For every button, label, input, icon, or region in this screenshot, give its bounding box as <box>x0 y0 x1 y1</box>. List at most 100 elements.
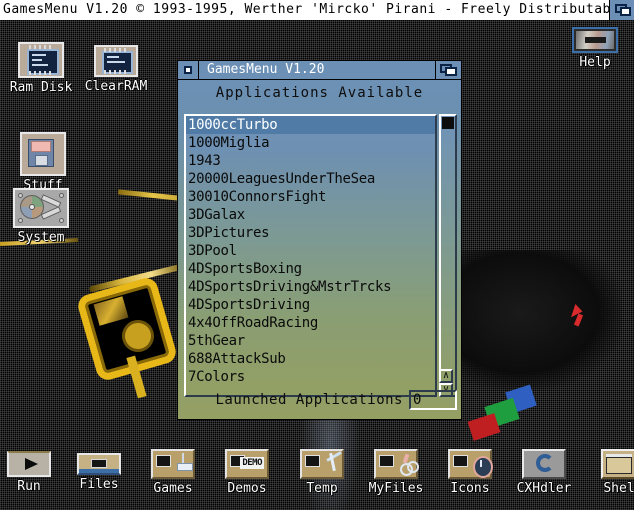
chip-pin <box>109 48 111 52</box>
harddisk-icon <box>13 188 69 228</box>
myfiles-drawer-icon <box>374 449 419 479</box>
desktop-icon-label: Ram Disk <box>9 80 73 95</box>
floppy-shutter-shape <box>35 155 48 166</box>
application-list-item[interactable]: 30010ConnorsFight <box>186 188 435 206</box>
desktop-icon-system[interactable]: System <box>4 188 78 245</box>
drawer-screen-shape <box>91 459 107 468</box>
dock-item-demos[interactable]: DEMO Demos <box>210 449 284 496</box>
application-list-item[interactable]: 4DSportsDriving&MstrTrcks <box>186 278 435 296</box>
chip-body-shape <box>27 49 59 75</box>
chip-pin <box>49 45 51 49</box>
demos-drawer-icon: DEMO <box>225 449 269 479</box>
chip-pin <box>34 71 36 75</box>
amiga-workbench-screen: GamesMenu V1.20 © 1993-1995, Werther 'Mi… <box>0 0 634 510</box>
cycle-wheel-sprite <box>407 461 419 473</box>
launched-applications-footer: Launched Applications 0 <box>184 389 457 411</box>
launched-applications-label: Launched Applications <box>215 392 403 408</box>
screen-depth-gadget-icon[interactable] <box>609 0 634 20</box>
chip-pin <box>114 70 116 74</box>
wallpaper-dark-blob-right <box>452 250 622 390</box>
harddisk-screw <box>59 218 64 223</box>
desktop-icon-label: System <box>17 230 65 245</box>
application-list-item[interactable]: 1000Miglia <box>186 134 435 152</box>
dock-item-myfiles[interactable]: MyFiles <box>359 449 433 496</box>
window-title-bar[interactable]: GamesMenu V1.20 <box>178 61 461 80</box>
depth-gadget-icon[interactable] <box>435 61 461 79</box>
application-list-item[interactable]: 1943 <box>186 152 435 170</box>
chip-mark-2 <box>107 61 125 63</box>
list-scrollbar[interactable] <box>439 114 457 397</box>
floppy-label-shape <box>31 141 51 152</box>
harddisk-screw <box>18 193 23 198</box>
drawer-screen-shape <box>156 455 171 467</box>
harddisk-screw <box>18 218 23 223</box>
cxhandler-icon <box>522 449 566 479</box>
commodity-c-shape <box>536 454 554 472</box>
chip-pin <box>34 45 36 49</box>
chip-pin <box>39 71 41 75</box>
application-list-item[interactable]: 3DGalax <box>186 206 435 224</box>
dock-item-temp[interactable]: Temp <box>285 449 359 496</box>
chip-pin <box>29 71 31 75</box>
window-title-text: GamesMenu V1.20 <box>207 62 325 77</box>
screen-title-bar[interactable]: GamesMenu V1.20 © 1993-1995, Werther 'Mi… <box>0 0 634 20</box>
dock-item-games[interactable]: Games <box>136 449 210 496</box>
depth-front-shape <box>445 67 457 76</box>
gamesmenu-window[interactable]: GamesMenu V1.20 Applications Available 1… <box>177 60 462 420</box>
chip-pin <box>124 48 126 52</box>
application-list-item[interactable]: 20000LeaguesUnderTheSea <box>186 170 435 188</box>
close-icon[interactable] <box>178 61 199 79</box>
dock-item-icons[interactable]: Icons <box>433 449 507 496</box>
desktop-icon-help[interactable]: Help <box>558 27 632 70</box>
application-list-item[interactable]: 688AttackSub <box>186 350 435 368</box>
dock-item-label: Demos <box>227 481 267 496</box>
application-list-item[interactable]: 4x4OffRoadRacing <box>186 314 435 332</box>
desktop-icon-label: ClearRAM <box>84 79 148 94</box>
desktop-icon-clearram[interactable]: ClearRAM <box>79 45 153 94</box>
floppy-disk-icon <box>20 132 66 176</box>
scroll-up-arrow-icon[interactable]: ∧ <box>439 369 453 383</box>
chip-pin <box>44 45 46 49</box>
games-drawer-icon <box>151 449 195 479</box>
clock-sprite <box>473 456 493 478</box>
drawer-screen-shape <box>305 455 320 467</box>
chip-pin <box>104 48 106 52</box>
boat-sprite <box>177 463 193 471</box>
harddisk-screw <box>59 193 64 198</box>
screen-title-text: GamesMenu V1.20 © 1993-1995, Werther 'Mi… <box>3 2 628 17</box>
dock-item-cxhdler[interactable]: CXHdler <box>507 449 581 496</box>
desktop-backdrop[interactable]: Ram Disk ClearRAM Stuff System Help Game… <box>0 20 634 510</box>
application-list-item[interactable]: 5thGear <box>186 332 435 350</box>
chip-pin <box>109 70 111 74</box>
boat-mast-sprite <box>182 453 184 463</box>
files-drawer-icon <box>77 453 121 475</box>
dock-item-files[interactable]: Files <box>62 453 136 492</box>
application-list-item[interactable]: 4DSportsBoxing <box>186 260 435 278</box>
desktop-icon-label: Help <box>579 55 611 70</box>
application-list-item[interactable]: 3DPool <box>186 242 435 260</box>
desktop-icon-stuff[interactable]: Stuff <box>6 132 80 193</box>
launched-applications-count: 0 <box>409 390 457 410</box>
demo-tag-label: DEMO <box>240 457 264 469</box>
application-list-item[interactable]: 1000ccTurbo <box>186 116 435 134</box>
application-list-item[interactable]: 4DSportsDriving <box>186 296 435 314</box>
applications-available-heading: Applications Available <box>215 85 424 101</box>
dock-item-run[interactable]: Run <box>0 451 66 494</box>
dock-item-label: Files <box>79 477 119 492</box>
desktop-icon-ram-disk[interactable]: Ram Disk <box>4 42 78 95</box>
applications-list[interactable]: 1000ccTurbo 1000Miglia 1943 20000LeaguesUnd… <box>184 114 437 397</box>
dock-item-label: MyFiles <box>368 481 424 496</box>
dock-item-label: Shel <box>603 481 634 496</box>
chip-icon <box>18 42 64 78</box>
chip-pin <box>124 70 126 74</box>
application-list-item[interactable]: 3DPictures <box>186 224 435 242</box>
chip-mark-3 <box>32 64 48 66</box>
icons-drawer-icon <box>448 449 493 479</box>
chip-pin <box>39 45 41 49</box>
chip-pin <box>119 48 121 52</box>
dock-item-label: Temp <box>306 481 338 496</box>
application-list-item[interactable]: 7Colors <box>186 368 435 386</box>
scrollbar-thumb[interactable] <box>442 117 454 129</box>
chip-pin <box>114 48 116 52</box>
dock-item-shell[interactable]: Shel <box>582 449 634 496</box>
